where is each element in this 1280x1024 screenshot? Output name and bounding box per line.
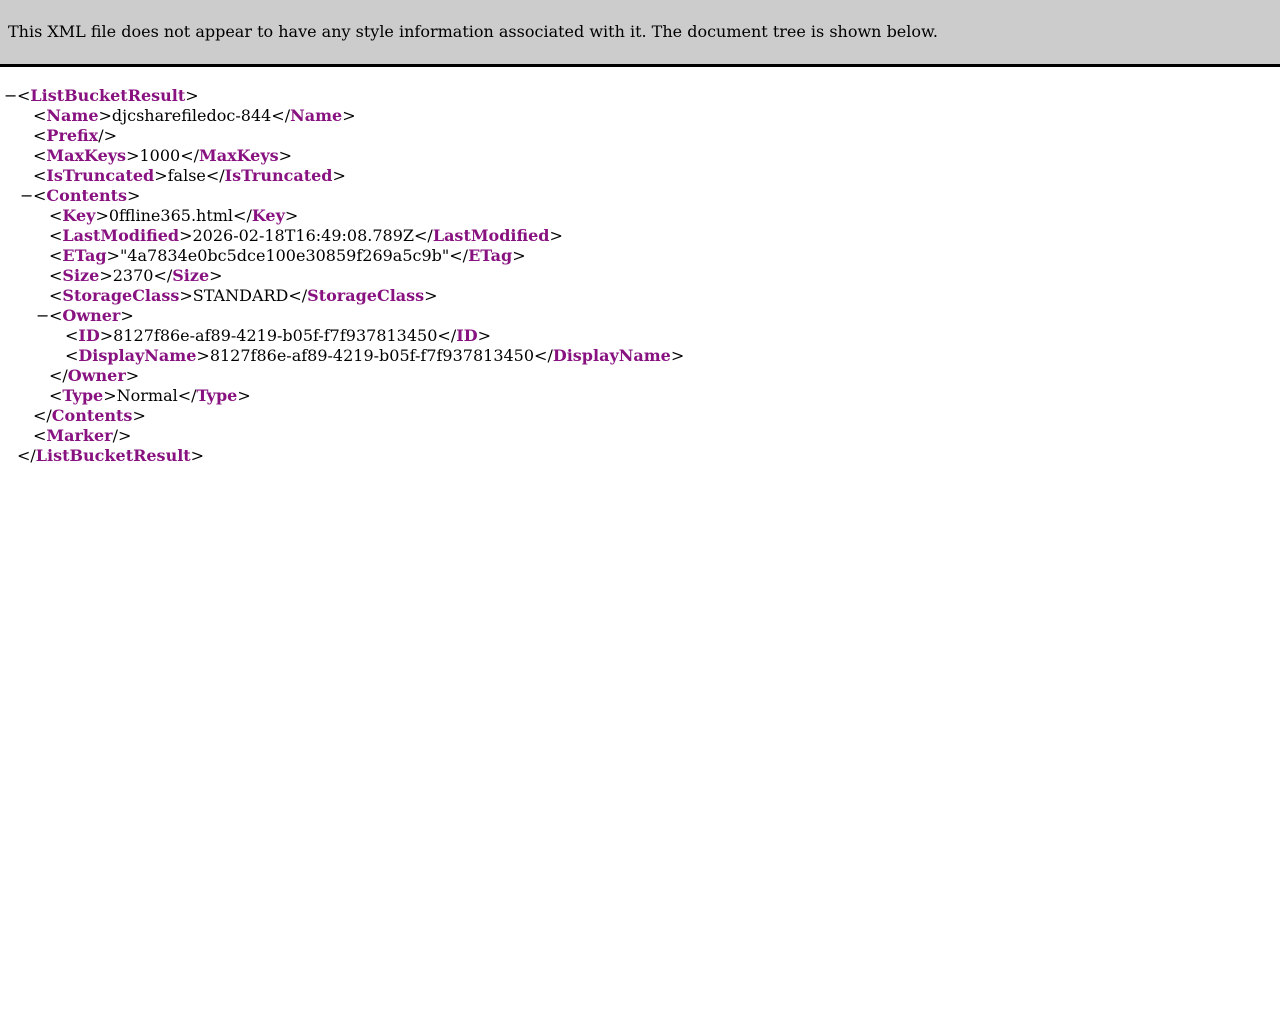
tag-name: Owner xyxy=(62,306,121,325)
tag-name: Size xyxy=(172,266,210,285)
istruncated-value: false xyxy=(167,166,206,185)
tag-name: StorageClass xyxy=(62,286,180,305)
marker-element: <Marker/> xyxy=(33,426,132,445)
maxkeys-value: 1000 xyxy=(139,146,181,165)
listbucketresult-open-line: − <ListBucketResult> xyxy=(4,86,199,106)
id-value: 8127f86e-af89-4219-b05f-f7f937813450 xyxy=(113,326,438,345)
name-value: djcsharefiledoc-844 xyxy=(111,106,272,125)
xml-info-message: This XML file does not appear to have an… xyxy=(8,22,938,41)
collapse-toggle-listbucketresult[interactable]: − xyxy=(4,86,17,106)
contents-open-line: − <Contents> xyxy=(20,186,141,206)
contents-close-line: </Contents> xyxy=(33,406,146,425)
tag-name: DisplayName xyxy=(552,346,671,365)
listbucketresult-close-line: </ListBucketResult> xyxy=(17,446,205,465)
id-element: <ID>8127f86e-af89-4219-b05f-f7f937813450… xyxy=(65,326,491,345)
key-element: <Key>0ffline365.html</Key> xyxy=(49,206,299,225)
tag-name: IsTruncated xyxy=(224,166,333,185)
type-value: Normal xyxy=(116,386,178,405)
prefix-element: <Prefix/> xyxy=(33,126,118,145)
tag-name: Size xyxy=(62,266,100,285)
storageclass-value: STANDARD xyxy=(192,286,289,305)
lastmodified-value: 2026-02-18T16:49:08.789Z xyxy=(192,226,415,245)
name-element: <Name>djcsharefiledoc-844</Name> xyxy=(33,106,356,125)
etag-element: <ETag>"4a7834e0bc5dce100e30859f269a5c9b"… xyxy=(49,246,526,265)
tag-name: StorageClass xyxy=(307,286,425,305)
tag-name: ID xyxy=(78,326,100,345)
lastmodified-element: <LastModified>2026-02-18T16:49:08.789Z</… xyxy=(49,226,563,245)
collapse-toggle-contents[interactable]: − xyxy=(20,186,33,206)
tag-name: Key xyxy=(62,206,96,225)
displayname-element: <DisplayName>8127f86e-af89-4219-b05f-f7f… xyxy=(65,346,685,365)
size-element: <Size>2370</Size> xyxy=(49,266,223,285)
owner-close-line: </Owner> xyxy=(49,366,140,385)
tag-name: Contents xyxy=(46,186,128,205)
tag-name: LastModified xyxy=(432,226,550,245)
tag-name: DisplayName xyxy=(78,346,197,365)
xml-document-tree: − <ListBucketResult> <Name>djcsharefiledo… xyxy=(0,86,1280,466)
tag-name: ID xyxy=(456,326,478,345)
tag-name: Name xyxy=(290,106,343,125)
tag-name: ListBucketResult xyxy=(35,446,191,465)
tag-name: Name xyxy=(46,106,99,125)
etag-value: "4a7834e0bc5dce100e30859f269a5c9b" xyxy=(119,246,450,265)
tag-name: Key xyxy=(251,206,285,225)
istruncated-element: <IsTruncated>false</IsTruncated> xyxy=(33,166,346,185)
tag-name: IsTruncated xyxy=(46,166,155,185)
tag-name: MaxKeys xyxy=(46,146,127,165)
tag-name: MaxKeys xyxy=(198,146,279,165)
owner-open-line: − <Owner> xyxy=(36,306,134,326)
storageclass-element: <StorageClass>STANDARD</StorageClass> xyxy=(49,286,438,305)
type-element: <Type>Normal</Type> xyxy=(49,386,251,405)
collapse-toggle-owner[interactable]: − xyxy=(36,306,49,326)
tag-name: ETag xyxy=(62,246,107,265)
tag-name: Type xyxy=(196,386,238,405)
tag-name: ETag xyxy=(468,246,513,265)
tag-name: Contents xyxy=(51,406,133,425)
tag-name: Type xyxy=(62,386,104,405)
tag-name: Marker xyxy=(46,426,113,445)
size-value: 2370 xyxy=(112,266,154,285)
xml-info-banner: This XML file does not appear to have an… xyxy=(0,0,1280,67)
tag-name: ListBucketResult xyxy=(30,86,186,105)
maxkeys-element: <MaxKeys>1000</MaxKeys> xyxy=(33,146,293,165)
tag-name: LastModified xyxy=(62,226,180,245)
tag-name: Owner xyxy=(67,366,126,385)
key-value: 0ffline365.html xyxy=(108,206,234,225)
tag-name: Prefix xyxy=(46,126,99,145)
displayname-value: 8127f86e-af89-4219-b05f-f7f937813450 xyxy=(209,346,535,365)
